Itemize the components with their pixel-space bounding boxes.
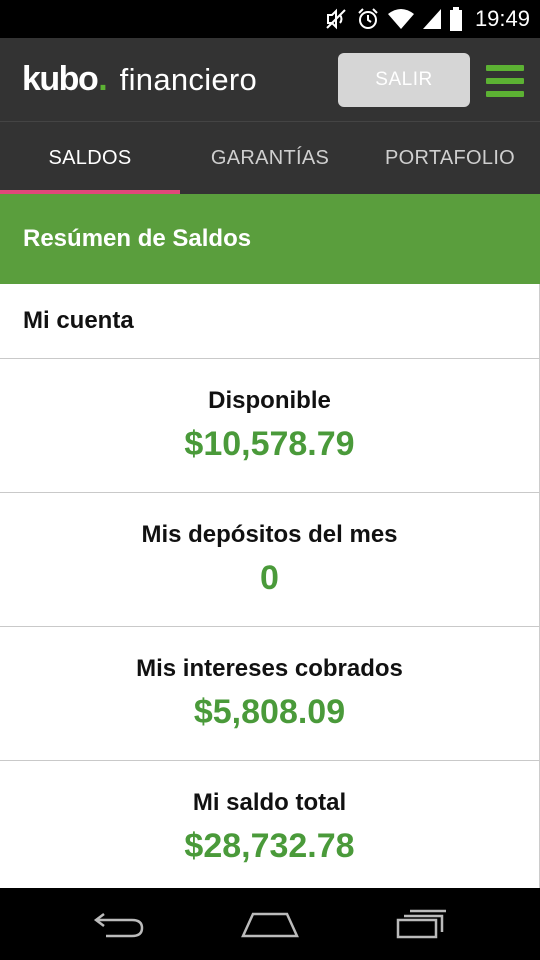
- balance-value: 0: [260, 559, 279, 597]
- account-heading: Mi cuenta: [0, 284, 540, 359]
- logo-brand: kubo: [22, 60, 99, 98]
- home-icon[interactable]: [210, 888, 330, 960]
- logo-dot: .: [98, 60, 108, 98]
- kubo-financiero-logo: kubo . financiero: [22, 60, 257, 100]
- section-title: Resúmen de Saldos: [0, 194, 540, 284]
- balance-label: Mi saldo total: [192, 789, 347, 816]
- status-clock: 19:49: [474, 6, 530, 31]
- mute-icon: [323, 0, 349, 38]
- back-icon[interactable]: [60, 888, 180, 960]
- app-header: kubo . financiero SALIR: [0, 38, 540, 122]
- alarm-icon: [355, 0, 381, 38]
- balance-row-disponible: Disponible $10,578.79: [0, 359, 540, 493]
- logo-suffix: financiero: [119, 62, 258, 97]
- balance-label: Mis intereses cobrados: [136, 655, 403, 682]
- hamburger-bar: [486, 91, 524, 97]
- balance-row-intereses: Mis intereses cobrados $5,808.09: [0, 627, 540, 761]
- balance-row-depositos: Mis depósitos del mes 0: [0, 493, 540, 627]
- tab-saldos[interactable]: SALDOS: [0, 122, 180, 194]
- balance-label: Disponible: [208, 387, 331, 414]
- battery-icon: [449, 0, 463, 38]
- balance-value: $10,578.79: [184, 425, 355, 463]
- balance-row-saldo-total: Mi saldo total $28,732.78: [0, 761, 540, 888]
- tab-garantias[interactable]: GARANTÍAS: [180, 122, 360, 194]
- balance-value: $28,732.78: [184, 827, 355, 865]
- recent-apps-icon[interactable]: [360, 888, 480, 960]
- status-bar: 19:49: [0, 0, 540, 38]
- tab-bar: SALDOS GARANTÍAS PORTAFOLIO: [0, 122, 540, 194]
- balance-value: $5,808.09: [193, 693, 346, 731]
- hamburger-menu-icon[interactable]: [486, 65, 524, 97]
- balance-label: Mis depósitos del mes: [141, 521, 398, 548]
- logout-button[interactable]: SALIR: [338, 53, 470, 107]
- main-content[interactable]: Resúmen de Saldos Mi cuenta Disponible $…: [0, 194, 540, 888]
- signal-icon: [421, 0, 443, 38]
- hamburger-bar: [486, 65, 524, 71]
- tab-portafolio[interactable]: PORTAFOLIO: [360, 122, 540, 194]
- wifi-icon: [387, 0, 415, 38]
- hamburger-bar: [486, 78, 524, 84]
- system-nav-bar: [0, 888, 540, 960]
